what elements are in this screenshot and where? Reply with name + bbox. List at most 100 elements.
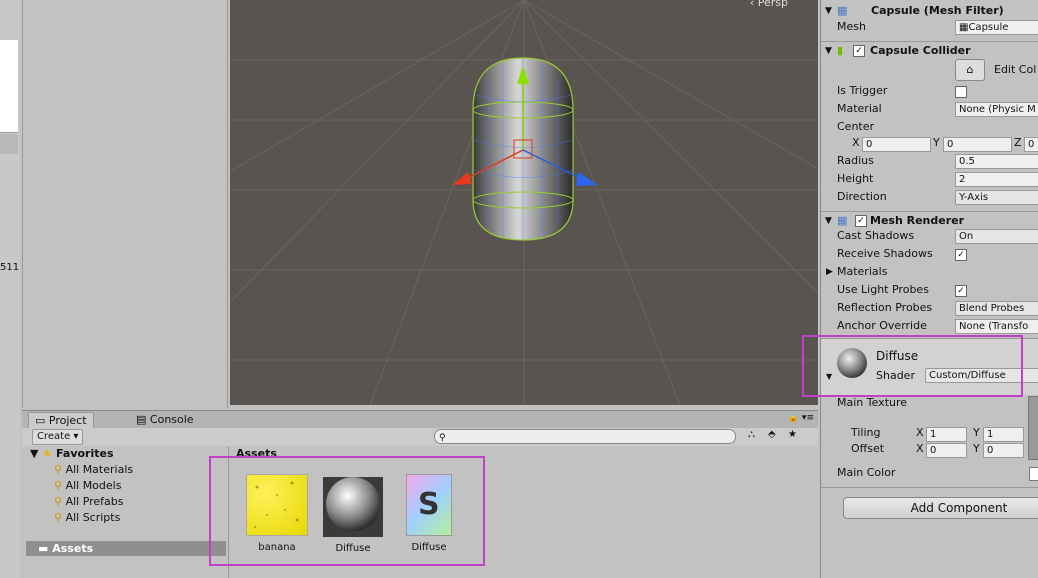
reflection-probes-dropdown[interactable]: Blend Probes	[955, 301, 1038, 316]
tiling-y-field[interactable]: 1	[983, 427, 1024, 442]
tab-console-label: Console	[149, 413, 194, 426]
search-icon: ⚲	[54, 463, 63, 476]
favorite-all-scripts[interactable]: ⚲ All Scripts	[54, 510, 120, 526]
folder-icon: ▭	[35, 414, 46, 427]
offset-x-label: X	[916, 442, 924, 455]
is-trigger-checkbox[interactable]	[955, 86, 967, 98]
center-x-field[interactable]: 0	[862, 137, 931, 152]
capsule-collider-header[interactable]: ▼ ▮ ✓ Capsule Collider	[821, 41, 1038, 60]
assets-folder-item[interactable]: ▬ Assets	[26, 541, 226, 556]
filter-by-type-icon[interactable]: ⛬	[748, 429, 755, 440]
favorite-label: All Prefabs	[65, 495, 124, 508]
is-trigger-label: Is Trigger	[837, 84, 888, 97]
favorite-label: All Models	[65, 479, 122, 492]
edit-collider-button[interactable]: ⌂	[955, 59, 985, 81]
receive-shadows-label: Receive Shadows	[837, 247, 933, 260]
favorite-all-models[interactable]: ⚲ All Models	[54, 478, 121, 494]
filter-by-label-icon[interactable]: ⬘	[768, 429, 776, 440]
project-toolbar: Create ▾ ⚲ ⛬ ⬘ ★	[22, 428, 818, 447]
collider-enabled-checkbox[interactable]: ✓	[853, 45, 865, 57]
edit-collider-label: Edit Col	[994, 63, 1037, 76]
search-icon: ⚲	[54, 495, 63, 508]
physic-material-field[interactable]: None (Physic M	[955, 102, 1038, 117]
center-z-field[interactable]: 0	[1024, 137, 1038, 152]
anchor-override-field[interactable]: None (Transfo	[955, 319, 1038, 334]
mesh-filter-header[interactable]: ▼ ▦ Capsule (Mesh Filter)	[821, 2, 1038, 20]
mesh-label: Mesh	[837, 20, 866, 33]
light-probes-label: Use Light Probes	[837, 283, 929, 296]
assets-highlight-box	[209, 456, 485, 566]
center-z-label: Z	[1014, 136, 1022, 149]
anchor-override-label: Anchor Override	[837, 319, 927, 332]
offset-x-field[interactable]: 0	[926, 443, 967, 458]
reflection-probes-label: Reflection Probes	[837, 301, 933, 314]
materials-label: Materials	[837, 265, 888, 278]
persp-label[interactable]: ‹ Persp	[750, 0, 788, 9]
collider-icon: ▮	[837, 44, 844, 57]
star-icon: ★	[42, 447, 53, 460]
radius-label: Radius	[837, 154, 874, 167]
cast-shadows-dropdown[interactable]: On	[955, 229, 1038, 244]
main-color-label: Main Color	[837, 466, 896, 479]
receive-shadows-checkbox[interactable]: ✓	[955, 249, 967, 261]
offset-y-field[interactable]: 0	[983, 443, 1024, 458]
edit-collider-icon: ⌂	[966, 63, 974, 76]
favorite-all-materials[interactable]: ⚲ All Materials	[54, 462, 133, 478]
capsule-object[interactable]	[230, 0, 818, 405]
triangle-down-icon: ▼	[30, 447, 39, 460]
direction-dropdown[interactable]: Y-Axis	[955, 190, 1038, 205]
create-label: Create	[37, 431, 71, 442]
mesh-field[interactable]: ▦Capsule	[955, 20, 1038, 35]
panel-menu-icon[interactable]: 🔒 ▾≡	[788, 413, 814, 423]
center-y-field[interactable]: 0	[943, 137, 1012, 152]
renderer-enabled-checkbox[interactable]: ✓	[855, 215, 867, 227]
tab-project[interactable]: ▭ Project	[28, 412, 94, 429]
console-icon: ▤	[136, 413, 147, 426]
inspector-panel: ▼ ▦ Capsule (Mesh Filter) Mesh ▦ Capsule …	[820, 0, 1038, 578]
offset-label: Offset	[851, 442, 885, 455]
tiling-label: Tiling	[851, 426, 881, 439]
center-y-label: Y	[933, 136, 940, 149]
radius-field[interactable]: 0.5	[955, 154, 1038, 169]
center-x-label: X	[852, 136, 860, 149]
triangle-down-icon: ▼	[825, 46, 832, 56]
tiling-x-label: X	[916, 426, 924, 439]
light-probes-checkbox[interactable]: ✓	[955, 285, 967, 297]
hierarchy-list[interactable]	[0, 40, 18, 133]
divider	[821, 487, 1038, 488]
create-button[interactable]: Create ▾	[32, 429, 84, 445]
search-input[interactable]: ⚲	[434, 429, 736, 444]
favorite-label: All Materials	[65, 463, 134, 476]
texture-slot[interactable]	[1028, 396, 1038, 460]
favorite-star-icon[interactable]: ★	[788, 429, 797, 440]
favorite-all-prefabs[interactable]: ⚲ All Prefabs	[54, 494, 124, 510]
triangle-down-icon: ▼	[825, 6, 832, 16]
search-icon: ⚲	[439, 433, 446, 443]
tab-console[interactable]: ▤ Console	[130, 412, 200, 428]
main-color-swatch[interactable]	[1029, 467, 1038, 481]
favorites-label: Favorites	[56, 447, 114, 460]
mesh-filter-title: Capsule (Mesh Filter)	[871, 4, 1004, 17]
hierarchy-number: 511	[0, 262, 20, 273]
tiling-x-field[interactable]: 1	[926, 427, 967, 442]
materials-foldout[interactable]: ▶ Materials	[826, 264, 888, 280]
triangle-right-icon: ▶	[826, 267, 833, 277]
favorite-label: All Scripts	[65, 511, 121, 524]
hierarchy-selected-row[interactable]	[0, 134, 18, 154]
direction-label: Direction	[837, 190, 887, 203]
search-icon: ⚲	[54, 479, 63, 492]
cast-shadows-label: Cast Shadows	[837, 229, 915, 242]
main-texture-label: Main Texture	[837, 396, 908, 409]
hierarchy-strip: 511	[0, 0, 20, 578]
material-label: Material	[837, 102, 882, 115]
favorites-header[interactable]: ▼ ★ Favorites	[30, 446, 114, 462]
height-field[interactable]: 2	[955, 172, 1038, 187]
project-tabbar: ▭ Project ▤ Console 🔒 ▾≡	[22, 410, 818, 429]
add-component-button[interactable]: Add Component	[843, 497, 1038, 519]
search-icon: ⚲	[54, 511, 63, 524]
triangle-down-icon: ▼	[825, 216, 832, 226]
left-panel	[22, 0, 228, 408]
collider-title: Capsule Collider	[870, 44, 971, 57]
tiling-y-label: Y	[973, 426, 980, 439]
scene-view[interactable]: ‹ Persp	[230, 0, 818, 405]
